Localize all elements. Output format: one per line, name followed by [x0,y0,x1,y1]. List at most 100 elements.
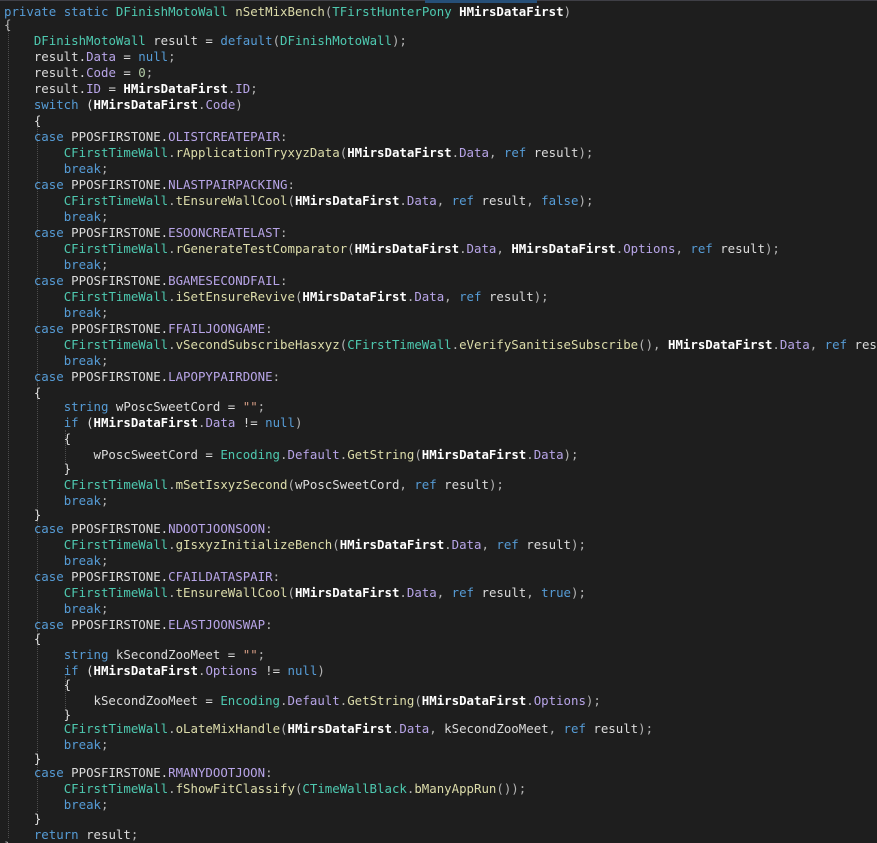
code-token: ( [78,663,94,678]
code-token: . [451,145,460,160]
code-line[interactable]: } [4,461,71,477]
code-token: result [436,477,489,492]
code-token: case [33,617,64,632]
code-token: ; [257,647,266,662]
code-line[interactable]: case PPOSFIRSTONE.NLASTPAIRPACKING: [4,177,295,193]
code-token: PPOSFIRSTONE. [63,225,169,240]
code-line[interactable]: switch (HMirsDataFirst.Code) [4,97,243,113]
code-line[interactable]: { [4,431,71,447]
code-line[interactable]: CFirstTimeWall.oLateMixHandle(HMirsDataF… [4,721,653,737]
code-line[interactable]: CFirstTimeWall.tEnsureWallCool(HMirsData… [4,193,594,209]
code-line[interactable]: CFirstTimeWall.tEnsureWallCool(HMirsData… [4,585,586,601]
code-token: Data [451,537,482,552]
code-token: { [4,631,42,646]
code-token: = [115,65,139,80]
code-token: . [280,447,288,462]
code-token: CFirstTimeWall [63,477,169,492]
code-token: CFirstTimeWall [63,537,169,552]
code-token: ()); [496,781,527,796]
code-line[interactable]: case PPOSFIRSTONE.NDOOTJOONSOON: [4,521,273,537]
code-line[interactable]: break; [4,553,109,569]
code-token: , [444,289,460,304]
code-line[interactable]: case PPOSFIRSTONE.CFAILDATASPAIR: [4,569,280,585]
code-line[interactable]: break; [4,161,109,177]
code-token: ref [414,477,437,492]
code-line[interactable]: case PPOSFIRSTONE.ESOONCREATELAST: [4,225,288,241]
code-token: break [63,257,101,272]
code-token: ( [287,477,295,492]
code-line[interactable]: CFirstTimeWall.vSecondSubscribeHasxyz(CF… [4,337,877,353]
code-line[interactable]: result.ID = HMirsDataFirst.ID; [4,81,258,97]
code-token: RMANYDOOTJOON [168,765,266,780]
code-line[interactable]: wPoscSweetCord = Encoding.Default.GetStr… [4,447,579,463]
code-token: ); [578,193,594,208]
code-line[interactable]: DFinishMotoWall result = default(DFinish… [4,33,407,49]
code-line[interactable]: { [4,677,71,693]
code-token: HMirsDataFirst [667,337,773,352]
code-line[interactable]: case PPOSFIRSTONE.ELASTJOONSWAP: [4,617,273,633]
code-token: HMirsDataFirst [511,241,616,256]
code-token: , [488,145,504,160]
code-line[interactable]: result.Code = 0; [4,65,153,81]
code-token: ID [86,81,101,96]
code-token: CFirstTimeWall [63,289,169,304]
code-token: , [436,585,452,600]
code-token: . [168,241,176,256]
code-token: ( [272,33,281,48]
code-token: CFAILDATASPAIR [168,569,273,584]
code-token: HMirsDataFirst [294,193,400,208]
code-token: iSetEnsureRevive [175,289,295,304]
code-token: false [541,193,579,208]
code-token: break [63,209,101,224]
code-line[interactable]: CFirstTimeWall.rApplicationTryxyzData(HM… [4,145,594,161]
code-line[interactable]: private static DFinishMotoWall nSetMixBe… [4,4,571,20]
code-token: . [772,337,780,352]
code-token: , [496,241,512,256]
code-line[interactable]: break; [4,257,109,273]
code-token: : [265,617,273,632]
code-editor[interactable]: private static DFinishMotoWall nSetMixBe… [0,0,877,843]
code-token: HMirsDataFirst [93,663,198,678]
code-line[interactable]: { [4,17,11,33]
code-line[interactable]: case PPOSFIRSTONE.RMANYDOOTJOON: [4,765,273,781]
code-line[interactable]: CFirstTimeWall.fShowFitClassify(CTimeWal… [4,781,527,797]
code-line[interactable]: string wPoscSweetCord = ""; [4,399,265,415]
code-line[interactable]: if (HMirsDataFirst.Data != null) [4,415,303,431]
code-token: Data [406,193,437,208]
code-line[interactable]: case PPOSFIRSTONE.OLISTCREATEPAIR: [4,129,288,145]
code-line[interactable]: case PPOSFIRSTONE.LAPOPYPAIRDONE: [4,369,280,385]
code-line[interactable]: result.Data = null; [4,49,176,65]
code-line[interactable]: { [4,631,41,647]
code-line[interactable]: CFirstTimeWall.iSetEnsureRevive(HMirsDat… [4,289,549,305]
code-token: ; [250,81,258,96]
code-line[interactable]: break; [4,305,109,321]
code-token: : [265,765,273,780]
code-token: { [4,17,12,32]
code-line[interactable]: CFirstTimeWall.gIsxyzInitializeBench(HMi… [4,537,586,553]
code-token: { [4,385,42,400]
code-line[interactable]: break; [4,601,109,617]
code-line[interactable]: } [4,811,41,827]
code-line[interactable]: CFirstTimeWall.rGenerateTestComparator(H… [4,241,780,257]
code-line[interactable]: { [4,113,41,129]
code-token: ); [563,447,579,462]
code-token: PPOSFIRSTONE. [63,765,169,780]
code-token: break [63,553,101,568]
code-token: HMirsDataFirst [354,241,460,256]
code-line[interactable]: return result; [4,827,138,843]
code-line[interactable]: } [4,839,11,843]
code-line[interactable]: break; [4,353,109,369]
code-line[interactable]: case PPOSFIRSTONE.FFAILJOONGAME: [4,321,273,337]
code-token: HMirsDataFirst [459,4,564,19]
code-line[interactable]: kSecondZooMeet = Encoding.Default.GetStr… [4,693,601,709]
code-line[interactable]: CFirstTimeWall.mSetIsxyzSecond(wPoscSwee… [4,477,504,493]
code-token: CFirstTimeWall [63,241,169,256]
code-line[interactable]: case PPOSFIRSTONE.BGAMESECONDFAIL: [4,273,288,289]
code-line[interactable]: string kSecondZooMeet = ""; [4,647,265,663]
code-token: ref [451,193,475,208]
code-line[interactable]: break; [4,209,109,225]
